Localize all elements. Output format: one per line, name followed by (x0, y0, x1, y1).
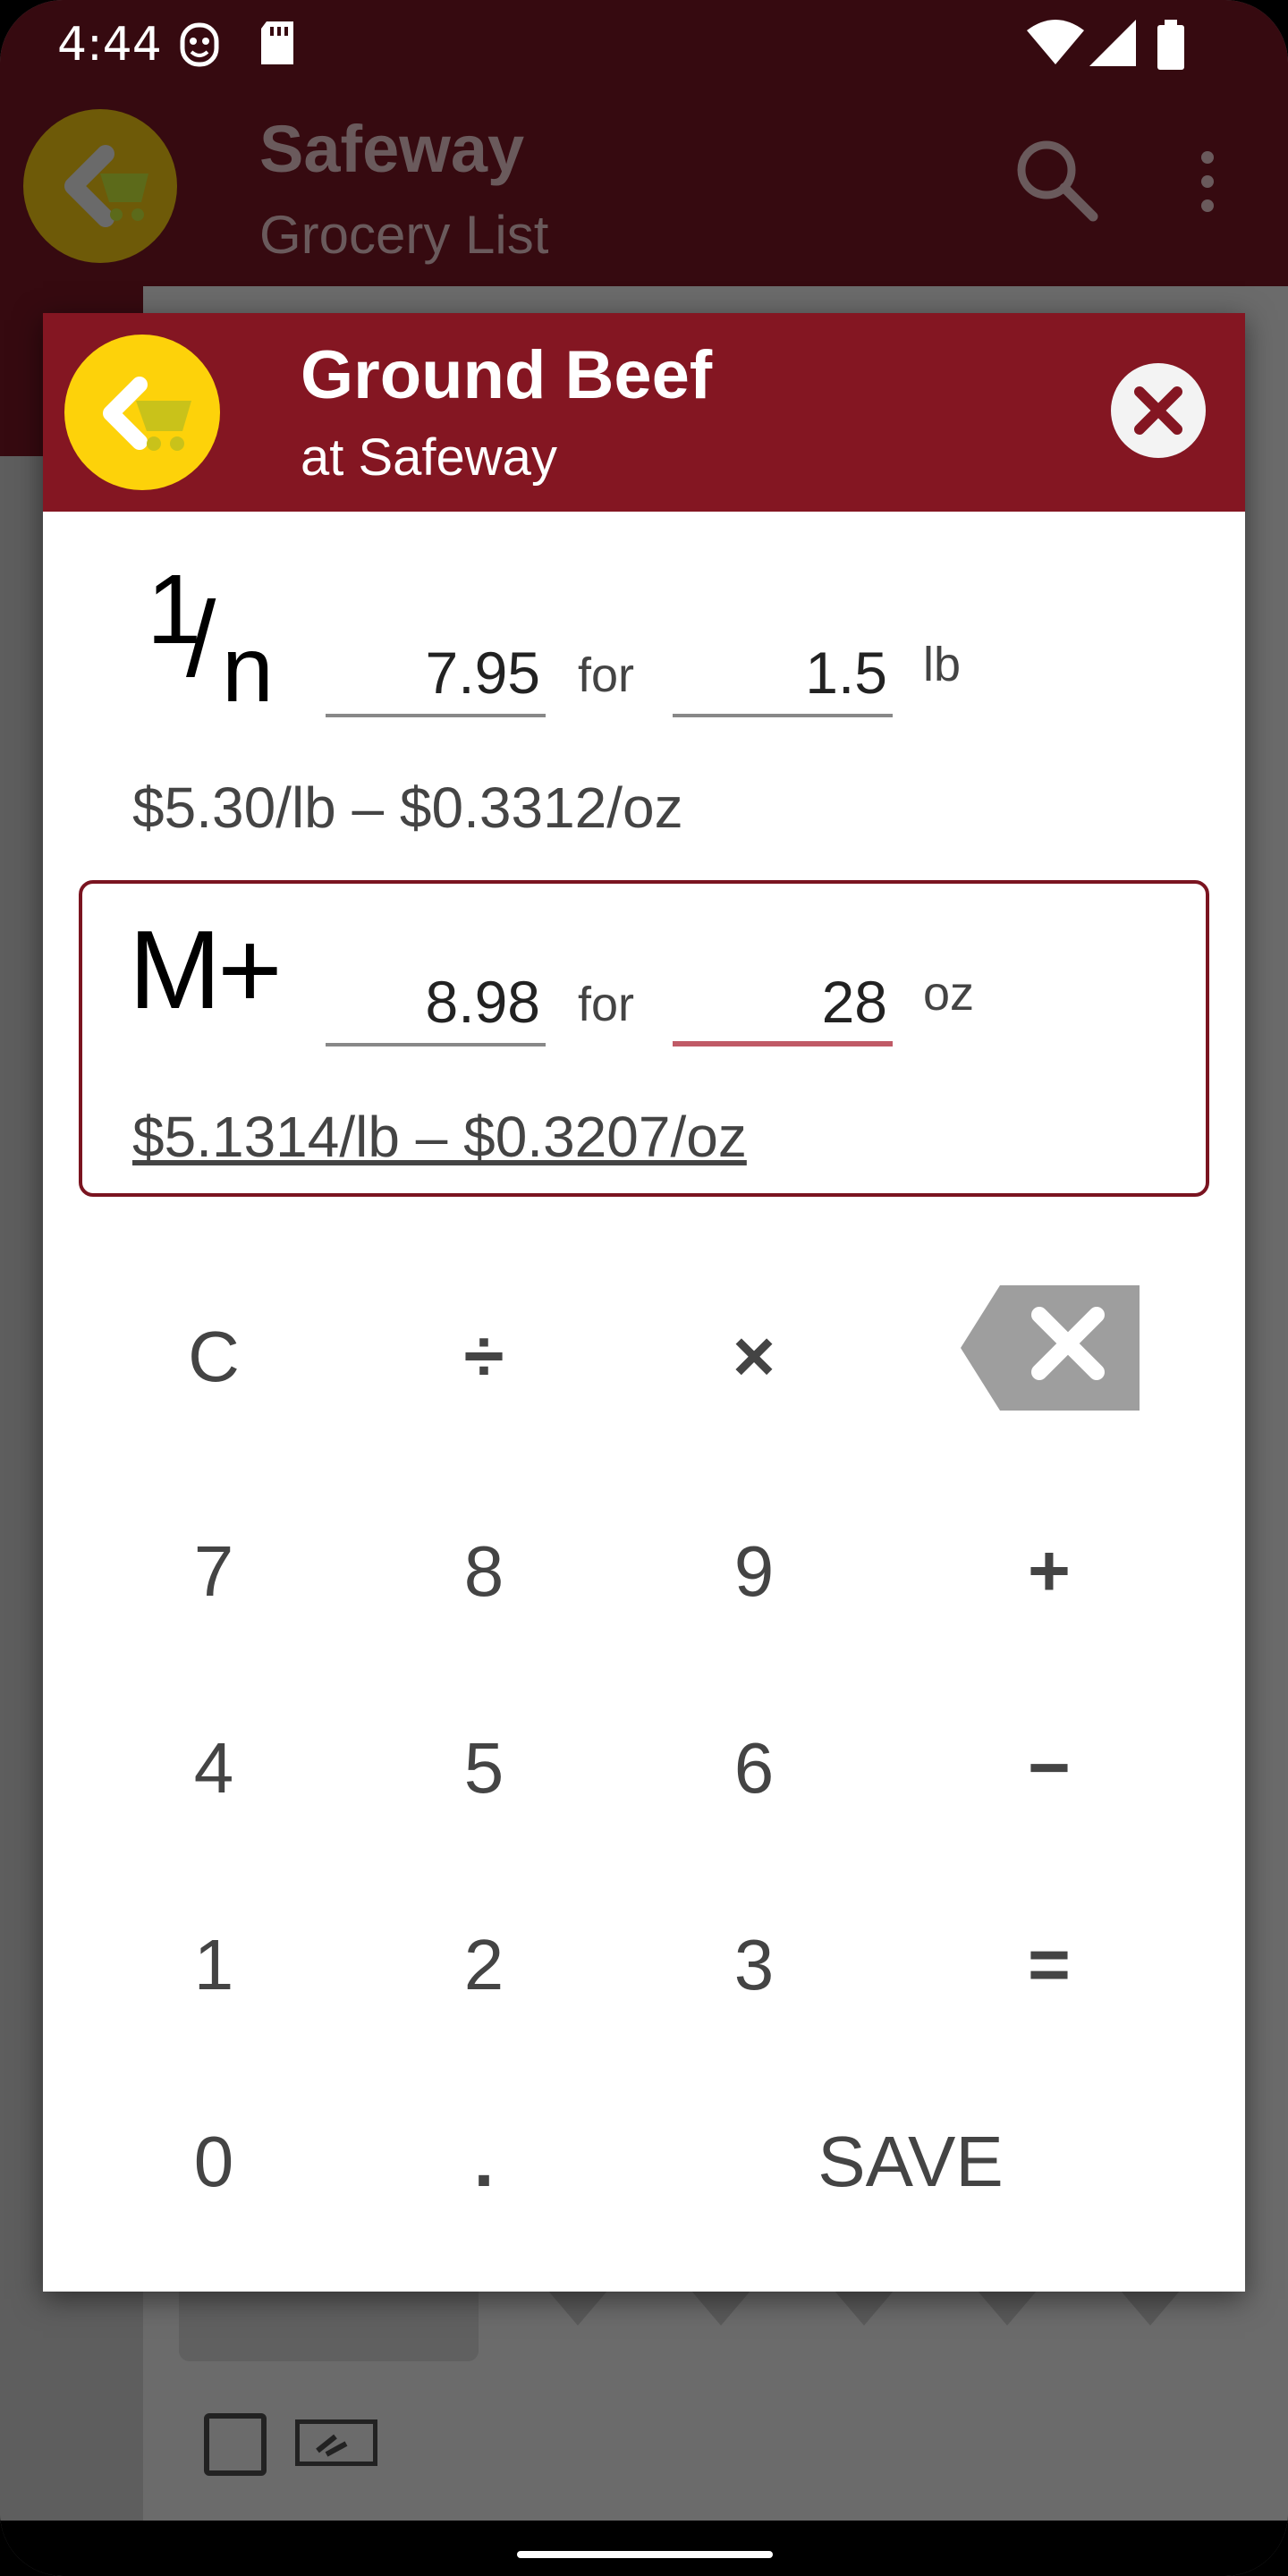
reciprocal-mode-slash[interactable]: / (186, 578, 216, 701)
app-title: Safeway (259, 112, 525, 186)
key-4[interactable]: 4 (111, 1692, 317, 1844)
status-time: 4:44 (57, 18, 162, 72)
app-subtitle: Grocery List (259, 205, 549, 265)
cart-back-icon[interactable] (64, 335, 220, 490)
status-bar: 4:44 (0, 0, 1288, 89)
key-9[interactable]: 9 (651, 1496, 857, 1648)
equals-key[interactable]: = (946, 1889, 1152, 2041)
save-button[interactable]: SAVE (723, 2086, 1098, 2238)
sd-card-icon (258, 20, 297, 70)
navigation-bar (0, 2521, 1288, 2576)
key-1[interactable]: 1 (111, 1889, 317, 2041)
background-checkbox (204, 2413, 267, 2476)
dialog-header: Ground Beef at Safeway (43, 313, 1245, 512)
minus-key[interactable]: − (946, 1692, 1152, 1844)
star-icons (537, 2290, 1216, 2334)
unit-label-2[interactable]: oz (923, 966, 974, 1021)
reciprocal-mode-n[interactable]: n (222, 617, 274, 724)
for-label-1: for (578, 648, 635, 702)
battery-icon (1156, 20, 1186, 73)
wifi-icon (1027, 20, 1084, 70)
close-icon[interactable] (1111, 363, 1206, 458)
multiply-key[interactable]: × (651, 1281, 857, 1433)
key-7[interactable]: 7 (111, 1496, 317, 1648)
price-field-2[interactable]: 8.98 (326, 957, 546, 1046)
home-gesture-handle[interactable] (517, 2551, 773, 2558)
face-icon (179, 20, 220, 73)
cart-back-icon[interactable] (23, 109, 177, 263)
screen: 4:44 Safeway Grocery List Ground Beef at… (0, 0, 1288, 2576)
clear-key[interactable]: C (111, 1281, 317, 1433)
memory-plus-mode[interactable]: M+ (129, 907, 283, 1034)
key-3[interactable]: 3 (651, 1889, 857, 2041)
plus-key[interactable]: + (946, 1496, 1152, 1648)
price-field-1[interactable]: 7.95 (326, 628, 546, 717)
tag-icon (295, 2419, 377, 2466)
unit-price-result-2[interactable]: $5.1314/lb – $0.3207/oz (132, 1104, 747, 1170)
key-8[interactable]: 8 (381, 1496, 587, 1648)
key-2[interactable]: 2 (381, 1889, 587, 2041)
unit-label-1[interactable]: lb (923, 637, 961, 692)
quantity-field-2[interactable]: 28 (673, 957, 893, 1046)
search-icon[interactable] (1011, 134, 1100, 227)
for-label-2: for (578, 978, 635, 1031)
unit-price-result-1: $5.30/lb – $0.3312/oz (132, 775, 683, 840)
signal-icon (1089, 20, 1136, 70)
key-5[interactable]: 5 (381, 1692, 587, 1844)
dialog-title: Ground Beef (301, 337, 713, 413)
quantity-field-1[interactable]: 1.5 (673, 628, 893, 717)
decimal-key[interactable]: . (381, 2086, 587, 2238)
divide-key[interactable]: ÷ (381, 1281, 587, 1433)
dialog-subtitle: at Safeway (301, 428, 557, 487)
more-vert-icon[interactable] (1190, 150, 1225, 216)
price-calculator-dialog: Ground Beef at Safeway 1 / n 7.95 for 1.… (43, 313, 1245, 2292)
backspace-icon[interactable] (961, 1281, 1140, 1415)
key-0[interactable]: 0 (111, 2086, 317, 2238)
key-6[interactable]: 6 (651, 1692, 857, 1844)
